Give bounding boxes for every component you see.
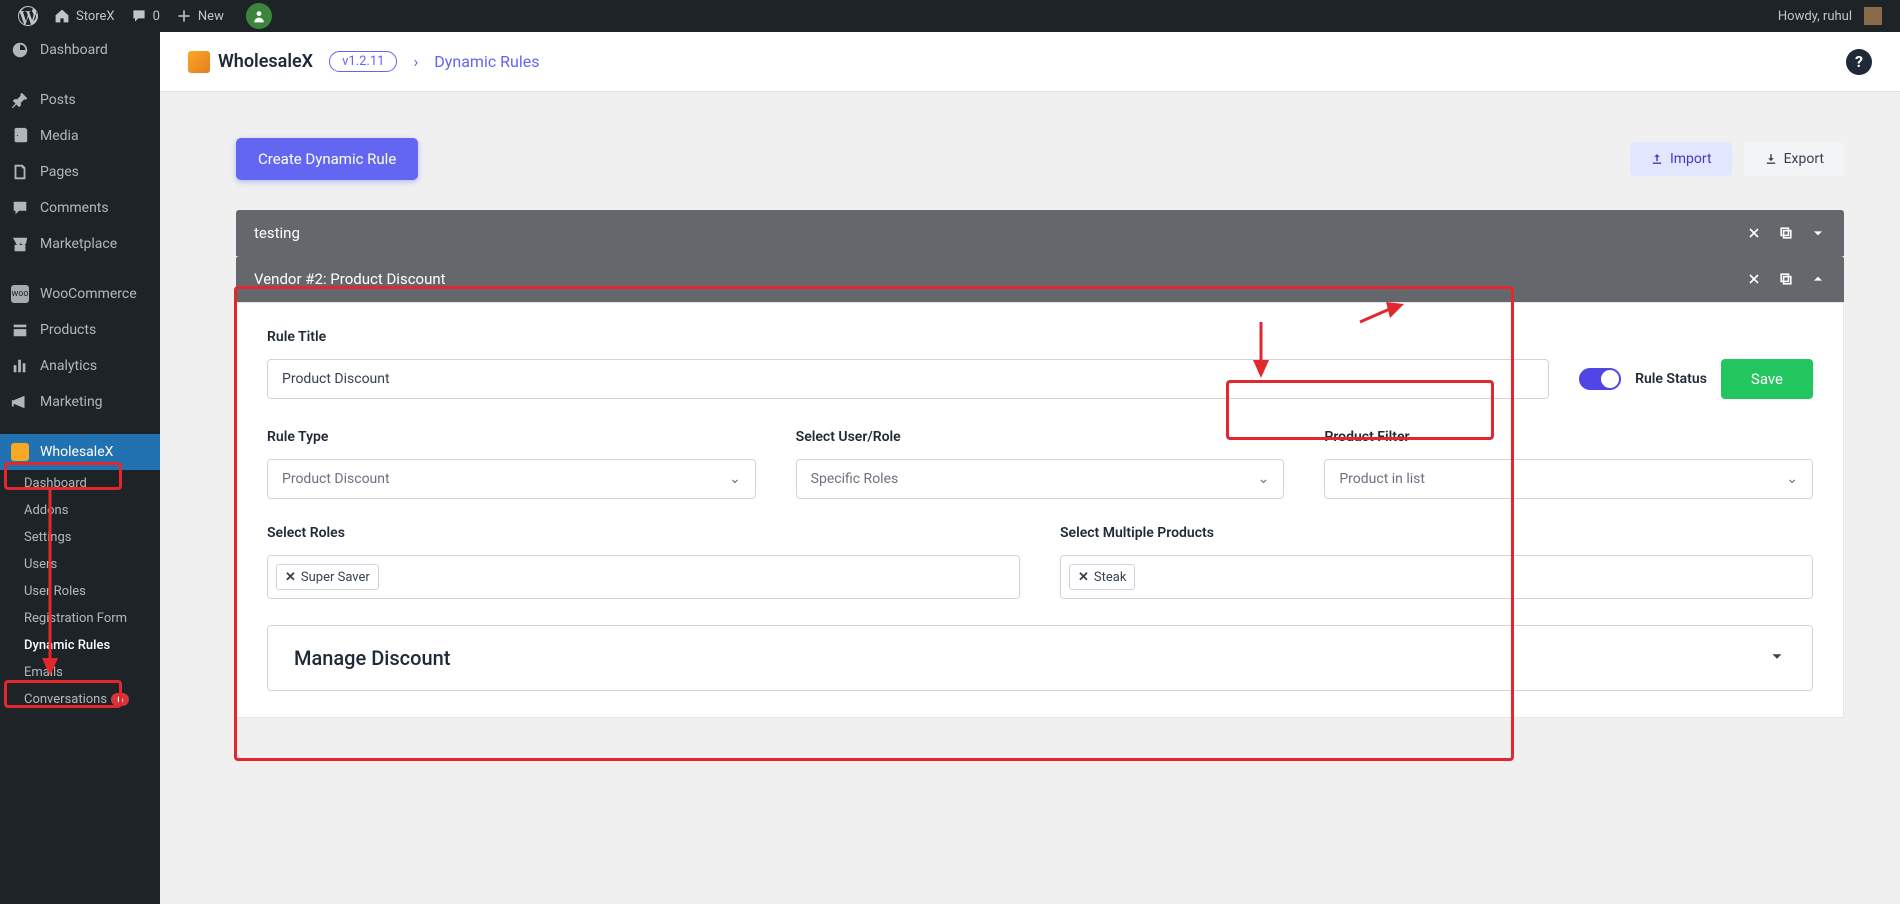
remove-tag-icon[interactable]: ✕ bbox=[1078, 570, 1089, 585]
product-tag: ✕ Steak bbox=[1069, 564, 1135, 590]
product-filter-select[interactable]: Product in list ⌄ bbox=[1324, 459, 1813, 499]
plus-icon bbox=[176, 8, 192, 24]
chevron-down-icon bbox=[1768, 647, 1786, 669]
howdy-account[interactable]: Howdy, ruhul bbox=[1770, 0, 1890, 32]
chevron-right-icon: › bbox=[413, 52, 418, 71]
rule-type-label: Rule Type bbox=[267, 429, 756, 445]
menu-analytics[interactable]: Analytics bbox=[0, 348, 160, 384]
plugin-header: WholesaleX v1.2.11 › Dynamic Rules ? bbox=[160, 32, 1900, 92]
woocommerce-icon: woo bbox=[10, 284, 30, 304]
save-button[interactable]: Save bbox=[1721, 359, 1813, 399]
page-toolbar: Create Dynamic Rule Import Export bbox=[236, 138, 1844, 180]
comment-icon bbox=[10, 198, 30, 218]
menu-wholesalex[interactable]: WholesaleX bbox=[0, 434, 160, 470]
role-tag: ✕ Super Saver bbox=[276, 564, 379, 590]
remove-tag-icon[interactable]: ✕ bbox=[285, 570, 296, 585]
conversations-badge: 6 bbox=[111, 693, 129, 706]
import-button[interactable]: Import bbox=[1630, 142, 1732, 176]
submenu-addons[interactable]: Addons bbox=[14, 497, 160, 524]
rule-title: Vendor #2: Product Discount bbox=[254, 270, 446, 288]
admin-bar: StoreX 0 New Howdy, ruhul bbox=[0, 0, 1900, 32]
rule-title-input[interactable] bbox=[267, 359, 1549, 399]
rule-title-label: Rule Title bbox=[267, 329, 1549, 345]
menu-media[interactable]: Media bbox=[0, 118, 160, 154]
expand-rule-icon[interactable] bbox=[1810, 225, 1826, 241]
comment-icon bbox=[131, 8, 147, 24]
store-avatar[interactable] bbox=[232, 0, 280, 32]
select-roles-label: Select Roles bbox=[267, 525, 1020, 541]
user-avatar-icon bbox=[1864, 7, 1882, 25]
submenu-emails[interactable]: Emails bbox=[14, 659, 160, 686]
user-role-select[interactable]: Specific Roles ⌄ bbox=[796, 459, 1285, 499]
admin-menu: Dashboard Posts Media Pages Comments Mar… bbox=[0, 32, 160, 904]
menu-pages[interactable]: Pages bbox=[0, 154, 160, 190]
pin-icon bbox=[10, 90, 30, 110]
manage-discount-accordion[interactable]: Manage Discount bbox=[267, 625, 1813, 691]
menu-dashboard[interactable]: Dashboard bbox=[0, 32, 160, 68]
howdy-text: Howdy, ruhul bbox=[1778, 9, 1852, 24]
submenu-settings[interactable]: Settings bbox=[14, 524, 160, 551]
submenu-dynamic-rules[interactable]: Dynamic Rules bbox=[14, 632, 160, 659]
submenu-registration-form[interactable]: Registration Form bbox=[14, 605, 160, 632]
comments-count: 0 bbox=[153, 9, 160, 24]
breadcrumb-page[interactable]: Dynamic Rules bbox=[434, 52, 539, 71]
home-icon bbox=[54, 8, 70, 24]
analytics-icon bbox=[10, 356, 30, 376]
main-content: WholesaleX v1.2.11 › Dynamic Rules ? Cre… bbox=[160, 32, 1900, 904]
collapse-rule-icon[interactable] bbox=[1810, 271, 1826, 287]
version-pill: v1.2.11 bbox=[329, 51, 397, 72]
menu-comments[interactable]: Comments bbox=[0, 190, 160, 226]
submenu-conversations[interactable]: Conversations6 bbox=[14, 686, 160, 713]
select-roles-input[interactable]: ✕ Super Saver bbox=[267, 555, 1020, 599]
export-button[interactable]: Export bbox=[1744, 142, 1844, 176]
plugin-logo[interactable]: WholesaleX bbox=[188, 51, 313, 73]
delete-rule-icon[interactable] bbox=[1746, 271, 1762, 287]
new-content-link[interactable]: New bbox=[168, 0, 232, 32]
media-icon bbox=[10, 126, 30, 146]
duplicate-rule-icon[interactable] bbox=[1778, 225, 1794, 241]
chevron-down-icon: ⌄ bbox=[729, 471, 741, 487]
marketing-icon bbox=[10, 392, 30, 412]
comments-link[interactable]: 0 bbox=[123, 0, 168, 32]
select-products-label: Select Multiple Products bbox=[1060, 525, 1813, 541]
menu-marketing[interactable]: Marketing bbox=[0, 384, 160, 420]
submenu-wholesalex: Dashboard Addons Settings Users User Rol… bbox=[0, 470, 160, 713]
wp-logo[interactable] bbox=[10, 0, 46, 32]
product-filter-label: Product Filter bbox=[1324, 429, 1813, 445]
create-rule-button[interactable]: Create Dynamic Rule bbox=[236, 138, 418, 180]
submenu-dashboard[interactable]: Dashboard bbox=[14, 470, 160, 497]
products-icon bbox=[10, 320, 30, 340]
chevron-down-icon: ⌄ bbox=[1258, 471, 1270, 487]
upload-icon bbox=[1650, 152, 1664, 166]
help-button[interactable]: ? bbox=[1846, 49, 1872, 75]
menu-marketplace[interactable]: Marketplace bbox=[0, 226, 160, 262]
dashboard-icon bbox=[10, 40, 30, 60]
rule-row-vendor2[interactable]: Vendor #2: Product Discount bbox=[236, 256, 1844, 302]
chevron-down-icon: ⌄ bbox=[1786, 471, 1798, 487]
delete-rule-icon[interactable] bbox=[1746, 225, 1762, 241]
rule-row-testing[interactable]: testing bbox=[236, 210, 1844, 256]
select-products-input[interactable]: ✕ Steak bbox=[1060, 555, 1813, 599]
rule-status-toggle[interactable] bbox=[1579, 368, 1621, 390]
marketplace-icon bbox=[10, 234, 30, 254]
rule-body: Rule Title Rule Status Save Rule Type Pr… bbox=[236, 302, 1844, 718]
menu-woocommerce[interactable]: wooWooCommerce bbox=[0, 276, 160, 312]
site-name: StoreX bbox=[76, 9, 115, 24]
menu-products[interactable]: Products bbox=[0, 312, 160, 348]
rule-title: testing bbox=[254, 224, 300, 242]
user-role-label: Select User/Role bbox=[796, 429, 1285, 445]
duplicate-rule-icon[interactable] bbox=[1778, 271, 1794, 287]
wholesalex-icon bbox=[10, 442, 30, 462]
page-icon bbox=[10, 162, 30, 182]
submenu-users[interactable]: Users bbox=[14, 551, 160, 578]
rule-type-select[interactable]: Product Discount ⌄ bbox=[267, 459, 756, 499]
site-name-link[interactable]: StoreX bbox=[46, 0, 123, 32]
menu-posts[interactable]: Posts bbox=[0, 82, 160, 118]
download-icon bbox=[1764, 152, 1778, 166]
avatar-circle-icon bbox=[246, 3, 272, 29]
new-label: New bbox=[198, 9, 224, 24]
submenu-user-roles[interactable]: User Roles bbox=[14, 578, 160, 605]
logo-icon bbox=[188, 51, 210, 73]
rule-status-label: Rule Status bbox=[1635, 371, 1707, 387]
